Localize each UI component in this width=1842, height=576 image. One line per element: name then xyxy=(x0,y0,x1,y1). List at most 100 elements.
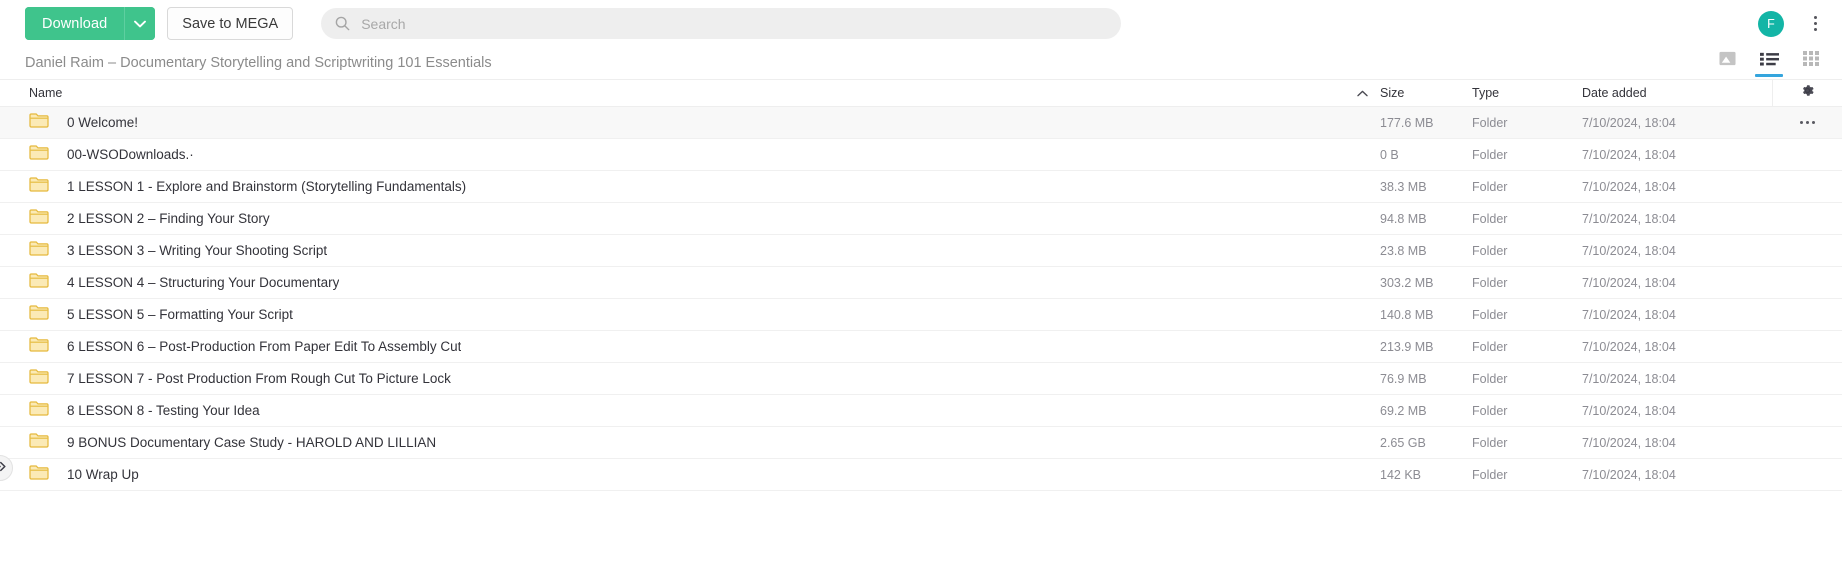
folder-icon xyxy=(29,240,49,261)
table-row[interactable]: 3 LESSON 3 – Writing Your Shooting Scrip… xyxy=(0,235,1842,267)
table-row[interactable]: 8 LESSON 8 - Testing Your Idea 69.2 MB Fol… xyxy=(0,395,1842,427)
file-name-label: 9 BONUS Documentary Case Study - HAROLD … xyxy=(67,435,437,450)
table-header-row: Name Size Type Date added xyxy=(0,79,1842,107)
list-view-icon xyxy=(1759,52,1779,71)
table-row[interactable]: 5 LESSON 5 – Formatting Your Script 140.8… xyxy=(0,299,1842,331)
file-name-label: 7 LESSON 7 - Post Production From Rough … xyxy=(67,371,451,386)
view-mode-grid[interactable] xyxy=(1800,51,1822,75)
file-name-label: 8 LESSON 8 - Testing Your Idea xyxy=(67,403,260,418)
table-row[interactable]: 1 LESSON 1 - Explore and Brainstorm (Sto… xyxy=(0,171,1842,203)
file-name-label: 0 Welcome! xyxy=(67,115,139,130)
cell-row-menu xyxy=(1772,313,1842,316)
cell-type: Folder xyxy=(1472,179,1508,194)
cell-size: 38.3 MB xyxy=(1380,179,1427,194)
file-name-label: 3 LESSON 3 – Writing Your Shooting Scrip… xyxy=(67,243,328,258)
cell-row-menu xyxy=(1772,281,1842,284)
cell-type: Folder xyxy=(1472,435,1508,450)
image-thumbnail-icon xyxy=(1718,51,1736,71)
column-header-type[interactable]: Type xyxy=(1472,86,1582,100)
toolbar-right-group: F xyxy=(1758,10,1824,37)
cell-size: 177.6 MB xyxy=(1380,115,1434,130)
column-header-size[interactable]: Size xyxy=(1380,86,1472,100)
folder-icon xyxy=(29,272,49,293)
folder-icon xyxy=(29,432,49,453)
file-name-label: 5 LESSON 5 – Formatting Your Script xyxy=(67,307,293,322)
cell-row-menu xyxy=(1772,153,1842,156)
cell-row-menu xyxy=(1772,121,1842,124)
folder-icon xyxy=(29,368,49,389)
breadcrumb[interactable]: Daniel Raim – Documentary Storytelling a… xyxy=(25,55,492,71)
file-name-label: 4 LESSON 4 – Structuring Your Documentar… xyxy=(67,275,340,290)
folder-icon xyxy=(29,208,49,229)
cell-size: 213.9 MB xyxy=(1380,339,1434,354)
horizontal-dots-icon[interactable] xyxy=(1799,121,1815,124)
cell-type: Folder xyxy=(1472,115,1508,130)
cell-date-added: 7/10/2024, 18:04 xyxy=(1582,275,1676,290)
cell-date-added: 7/10/2024, 18:04 xyxy=(1582,211,1676,226)
cell-row-menu xyxy=(1772,249,1842,252)
file-name-label: 10 Wrap Up xyxy=(67,467,139,482)
cell-size: 140.8 MB xyxy=(1380,307,1434,322)
table-row[interactable]: 7 LESSON 7 - Post Production From Rough … xyxy=(0,363,1842,395)
cell-name: 1 LESSON 1 - Explore and Brainstorm (Sto… xyxy=(29,176,1380,197)
table-row[interactable]: 4 LESSON 4 – Structuring Your Documentar… xyxy=(0,267,1842,299)
cell-name: 7 LESSON 7 - Post Production From Rough … xyxy=(29,368,1380,389)
cell-name: 6 LESSON 6 – Post-Production From Paper … xyxy=(29,336,1380,357)
view-mode-thumbnail[interactable] xyxy=(1716,51,1738,75)
cell-name: 9 BONUS Documentary Case Study - HAROLD … xyxy=(29,432,1380,453)
cell-row-menu xyxy=(1772,345,1842,348)
cell-date-added: 7/10/2024, 18:04 xyxy=(1582,147,1676,162)
download-button[interactable]: Download xyxy=(25,7,125,40)
table-row[interactable]: 6 LESSON 6 – Post-Production From Paper … xyxy=(0,331,1842,363)
file-name-label: 6 LESSON 6 – Post-Production From Paper … xyxy=(67,339,462,354)
cell-type: Folder xyxy=(1472,275,1508,290)
folder-icon xyxy=(29,400,49,421)
table-row[interactable]: 2 LESSON 2 – Finding Your Story 94.8 MB Fo… xyxy=(0,203,1842,235)
cell-type: Folder xyxy=(1472,403,1508,418)
save-to-mega-button[interactable]: Save to MEGA xyxy=(167,7,294,40)
cell-size: 142 KB xyxy=(1380,467,1422,482)
folder-icon xyxy=(29,112,49,133)
cell-size: 0 B xyxy=(1380,147,1399,162)
avatar[interactable]: F xyxy=(1758,10,1784,37)
cell-date-added: 7/10/2024, 18:04 xyxy=(1582,435,1676,450)
cell-date-added: 7/10/2024, 18:04 xyxy=(1582,115,1676,130)
cell-row-menu xyxy=(1772,185,1842,188)
table-row[interactable]: 00-WSODownloads.· 0 B Folder 7/10/2024, 18:… xyxy=(0,139,1842,171)
cell-size: 69.2 MB xyxy=(1380,403,1427,418)
cell-name: 0 Welcome! xyxy=(29,112,1380,133)
cell-row-menu xyxy=(1772,409,1842,412)
cell-size: 94.8 MB xyxy=(1380,211,1427,226)
folder-icon xyxy=(29,176,49,197)
cell-date-added: 7/10/2024, 18:04 xyxy=(1582,179,1676,194)
cell-name: 5 LESSON 5 – Formatting Your Script xyxy=(29,304,1380,325)
table-settings-button[interactable] xyxy=(1772,79,1842,107)
download-dropdown-button[interactable] xyxy=(124,7,156,40)
cell-name: 3 LESSON 3 – Writing Your Shooting Scrip… xyxy=(29,240,1380,261)
table-row[interactable]: 0 Welcome! 177.6 MB Folder 7/10/2024, 18:04 xyxy=(0,107,1842,139)
cell-size: 303.2 MB xyxy=(1380,275,1434,290)
cell-size: 76.9 MB xyxy=(1380,371,1427,386)
cell-row-menu xyxy=(1772,377,1842,380)
cell-size: 2.65 GB xyxy=(1380,435,1426,450)
search-box[interactable] xyxy=(321,8,1122,39)
cell-size: 23.8 MB xyxy=(1380,243,1427,258)
file-manager-page: Download Save to MEGA F xyxy=(0,0,1842,576)
column-header-name-label: Name xyxy=(29,86,63,100)
double-chevron-right-icon xyxy=(0,459,7,477)
column-header-name[interactable]: Name xyxy=(29,86,1380,100)
gear-icon xyxy=(1800,83,1815,103)
vertical-dots-icon[interactable] xyxy=(1806,11,1824,37)
file-name-label: 00-WSODownloads.· xyxy=(67,147,194,162)
cell-type: Folder xyxy=(1472,339,1508,354)
cell-name: 4 LESSON 4 – Structuring Your Documentar… xyxy=(29,272,1380,293)
cell-type: Folder xyxy=(1472,467,1508,482)
view-mode-list[interactable] xyxy=(1755,51,1783,77)
table-row[interactable]: 9 BONUS Documentary Case Study - HAROLD … xyxy=(0,427,1842,459)
breadcrumb-row: Daniel Raim – Documentary Storytelling a… xyxy=(0,47,1842,79)
table-row[interactable]: 10 Wrap Up 142 KB Folder 7/10/2024, 18:04 xyxy=(0,459,1842,491)
search-input[interactable] xyxy=(361,15,1108,32)
caret-up-icon xyxy=(1357,90,1380,97)
cell-date-added: 7/10/2024, 18:04 xyxy=(1582,243,1676,258)
column-header-date-added[interactable]: Date added xyxy=(1582,86,1772,100)
